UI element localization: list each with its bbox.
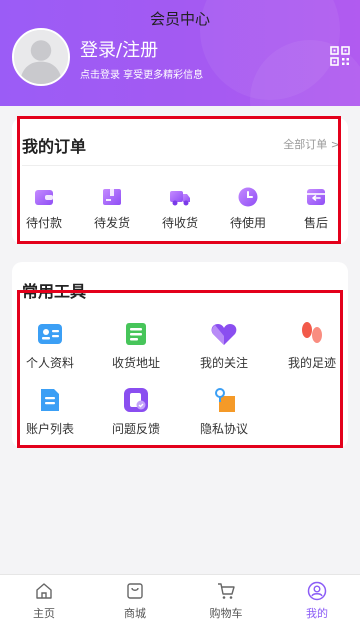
- login-hint: 点击登录 享受更多精彩信息: [80, 70, 204, 81]
- tab-cart[interactable]: 购物车: [190, 581, 262, 621]
- tool-account-list[interactable]: 账户列表: [10, 386, 90, 437]
- tab-label: 我的: [306, 607, 328, 620]
- feedback-icon: [124, 388, 148, 412]
- avatar[interactable]: [12, 28, 70, 86]
- order-label: 售后: [303, 216, 328, 230]
- box-icon: [103, 189, 121, 205]
- tab-mine[interactable]: 我的: [281, 581, 353, 621]
- tool-shipping-address[interactable]: 收货地址: [96, 320, 176, 371]
- order-label: 待收货: [161, 216, 198, 230]
- default-avatar-icon: [14, 30, 68, 84]
- member-header: 会员中心 登录/注册 点击登录 享受更多精彩信息: [0, 0, 360, 106]
- tool-label: 我的足迹: [287, 356, 336, 370]
- tab-home[interactable]: 主页: [8, 581, 80, 621]
- tool-my-follows[interactable]: 我的关注: [184, 320, 264, 371]
- tool-personal-info[interactable]: 个人资料: [10, 320, 90, 371]
- login-register-link[interactable]: 登录/注册: [80, 36, 158, 62]
- tab-mall[interactable]: 商城: [99, 581, 171, 621]
- my-orders-card: 我的订单 全部订单 > 待付款 待发货 待收货 待使用 售后: [12, 118, 348, 244]
- wallet-icon: [35, 190, 53, 205]
- order-label: 待付款: [25, 216, 62, 230]
- order-after-sales[interactable]: 售后: [286, 186, 346, 231]
- tab-label: 商城: [124, 607, 146, 620]
- tool-privacy-policy[interactable]: 隐私协议: [184, 386, 264, 437]
- privacy-icon: [215, 388, 235, 412]
- tool-label: 收货地址: [111, 356, 160, 370]
- all-orders-link[interactable]: 全部订单 >: [283, 136, 340, 152]
- home-icon: [36, 583, 52, 599]
- tool-label: 问题反馈: [111, 422, 160, 436]
- clock-icon: [238, 187, 258, 207]
- page-title: 会员中心: [149, 10, 210, 28]
- qr-code-icon[interactable]: [330, 46, 350, 66]
- tool-feedback[interactable]: 问题反馈: [96, 386, 176, 437]
- shop-bag-icon: [127, 583, 143, 599]
- tool-label: 我的关注: [199, 356, 248, 370]
- user-icon: [307, 581, 327, 601]
- footprint-icon: [302, 322, 322, 343]
- divider: [22, 165, 338, 166]
- common-tools-card: 常用工具 个人资料 收货地址 我的关注 我的足迹 账户列表 问题反馈 隐私协议: [12, 262, 348, 448]
- tab-label: 主页: [33, 607, 55, 620]
- return-icon: [307, 189, 325, 205]
- order-pending-shipment[interactable]: 待发货: [82, 186, 142, 231]
- cart-icon: [218, 583, 235, 599]
- truck-icon: [170, 191, 190, 206]
- order-label: 待发货: [93, 216, 130, 230]
- orders-title: 我的订单: [22, 137, 87, 156]
- order-label: 待使用: [229, 216, 266, 230]
- tool-label: 账户列表: [25, 422, 74, 436]
- address-icon: [126, 323, 146, 345]
- heart-icon: [211, 324, 237, 345]
- tab-label: 购物车: [209, 607, 243, 620]
- tool-label: 个人资料: [25, 356, 74, 370]
- profile-card-icon: [38, 324, 62, 344]
- order-pending-use[interactable]: 待使用: [218, 186, 278, 231]
- order-pending-receipt[interactable]: 待收货: [150, 186, 210, 231]
- account-list-icon: [41, 389, 59, 411]
- tool-my-footprints[interactable]: 我的足迹: [272, 320, 352, 371]
- tool-label: 隐私协议: [199, 422, 248, 436]
- bottom-tab-bar: 主页 商城 购物车 我的: [0, 574, 360, 626]
- tools-title: 常用工具: [22, 282, 87, 301]
- order-pending-payment[interactable]: 待付款: [14, 186, 74, 231]
